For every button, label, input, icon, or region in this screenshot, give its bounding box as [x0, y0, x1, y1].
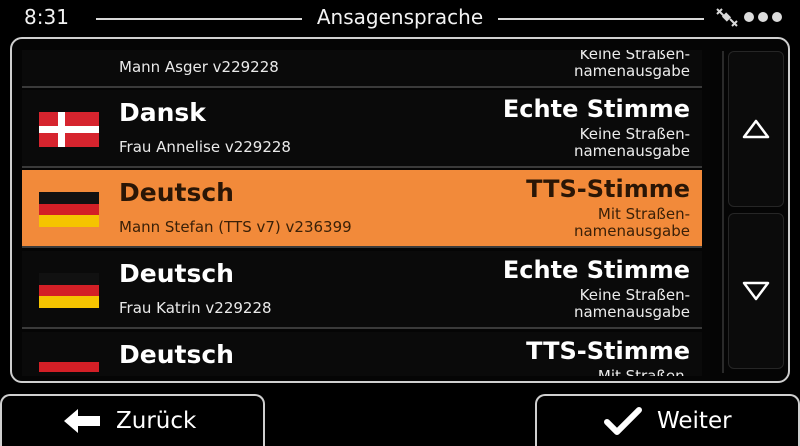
- voice-name: Frau Annelise v229228: [119, 138, 291, 156]
- checkmark-icon: [604, 407, 642, 435]
- scroll-controls: [722, 51, 784, 373]
- clock: 8:31: [24, 5, 69, 29]
- divider-left: [96, 18, 302, 20]
- list-item[interactable]: Deutsch TTS-Stimme Mit Straßen-: [22, 332, 702, 376]
- list-item[interactable]: Dansk Frau Annelise v229228 Echte Stimme…: [22, 90, 702, 168]
- scroll-up-button[interactable]: [728, 51, 784, 207]
- voice-name: Mann Stefan (TTS v7) v236399: [119, 218, 352, 236]
- list-item-selected[interactable]: Deutsch Mann Stefan (TTS v7) v236399 TTS…: [22, 170, 702, 248]
- language-name: Deutsch: [119, 340, 234, 369]
- list-item[interactable]: Mann Asger v229228 Keine Straßen- namena…: [22, 50, 702, 88]
- next-button[interactable]: Weiter: [535, 394, 800, 446]
- street-names-info: Keine Straßen- namenausgabe: [573, 286, 690, 321]
- divider-right: [498, 18, 704, 20]
- voice-list[interactable]: Mann Asger v229228 Keine Straßen- namena…: [22, 50, 714, 376]
- danish-flag-icon: [39, 112, 99, 147]
- german-flag-icon: [39, 192, 99, 227]
- street-names-info: Keine Straßen- namenausgabe: [573, 50, 690, 80]
- street-names-info: Mit Straßen- namenausgabe: [573, 205, 690, 240]
- language-name: Dansk: [119, 98, 206, 127]
- language-name: Deutsch: [119, 178, 234, 207]
- satellite-icon: [716, 8, 738, 27]
- dot: [772, 12, 782, 22]
- menu-dots[interactable]: [744, 12, 782, 22]
- street-names-info: Mit Straßen-: [597, 367, 690, 377]
- arrow-left-icon: [64, 409, 100, 433]
- back-button[interactable]: Zurück: [0, 394, 265, 446]
- top-bar: 8:31 Ansagensprache: [0, 0, 800, 36]
- voice-name: Frau Katrin v229228: [119, 299, 272, 317]
- back-button-label: Zurück: [116, 408, 197, 434]
- voice-type: TTS-Stimme: [526, 175, 690, 203]
- street-names-info: Keine Straßen- namenausgabe: [573, 125, 690, 160]
- german-flag-icon: [39, 273, 99, 308]
- voice-type: Echte Stimme: [502, 95, 690, 123]
- german-flag-icon: [39, 362, 99, 372]
- arrow-up-icon: [742, 119, 770, 139]
- list-item[interactable]: Deutsch Frau Katrin v229228 Echte Stimme…: [22, 251, 702, 329]
- voice-name: Mann Asger v229228: [119, 58, 279, 76]
- voice-type: Echte Stimme: [502, 256, 690, 284]
- page-title: Ansagensprache: [316, 5, 484, 29]
- arrow-down-icon: [742, 281, 770, 301]
- dot: [758, 12, 768, 22]
- scroll-down-button[interactable]: [728, 213, 784, 369]
- voice-type: TTS-Stimme: [526, 337, 690, 365]
- dot: [744, 12, 754, 22]
- next-button-label: Weiter: [657, 408, 732, 434]
- voice-list-panel: Mann Asger v229228 Keine Straßen- namena…: [10, 37, 790, 383]
- language-name: Deutsch: [119, 259, 234, 288]
